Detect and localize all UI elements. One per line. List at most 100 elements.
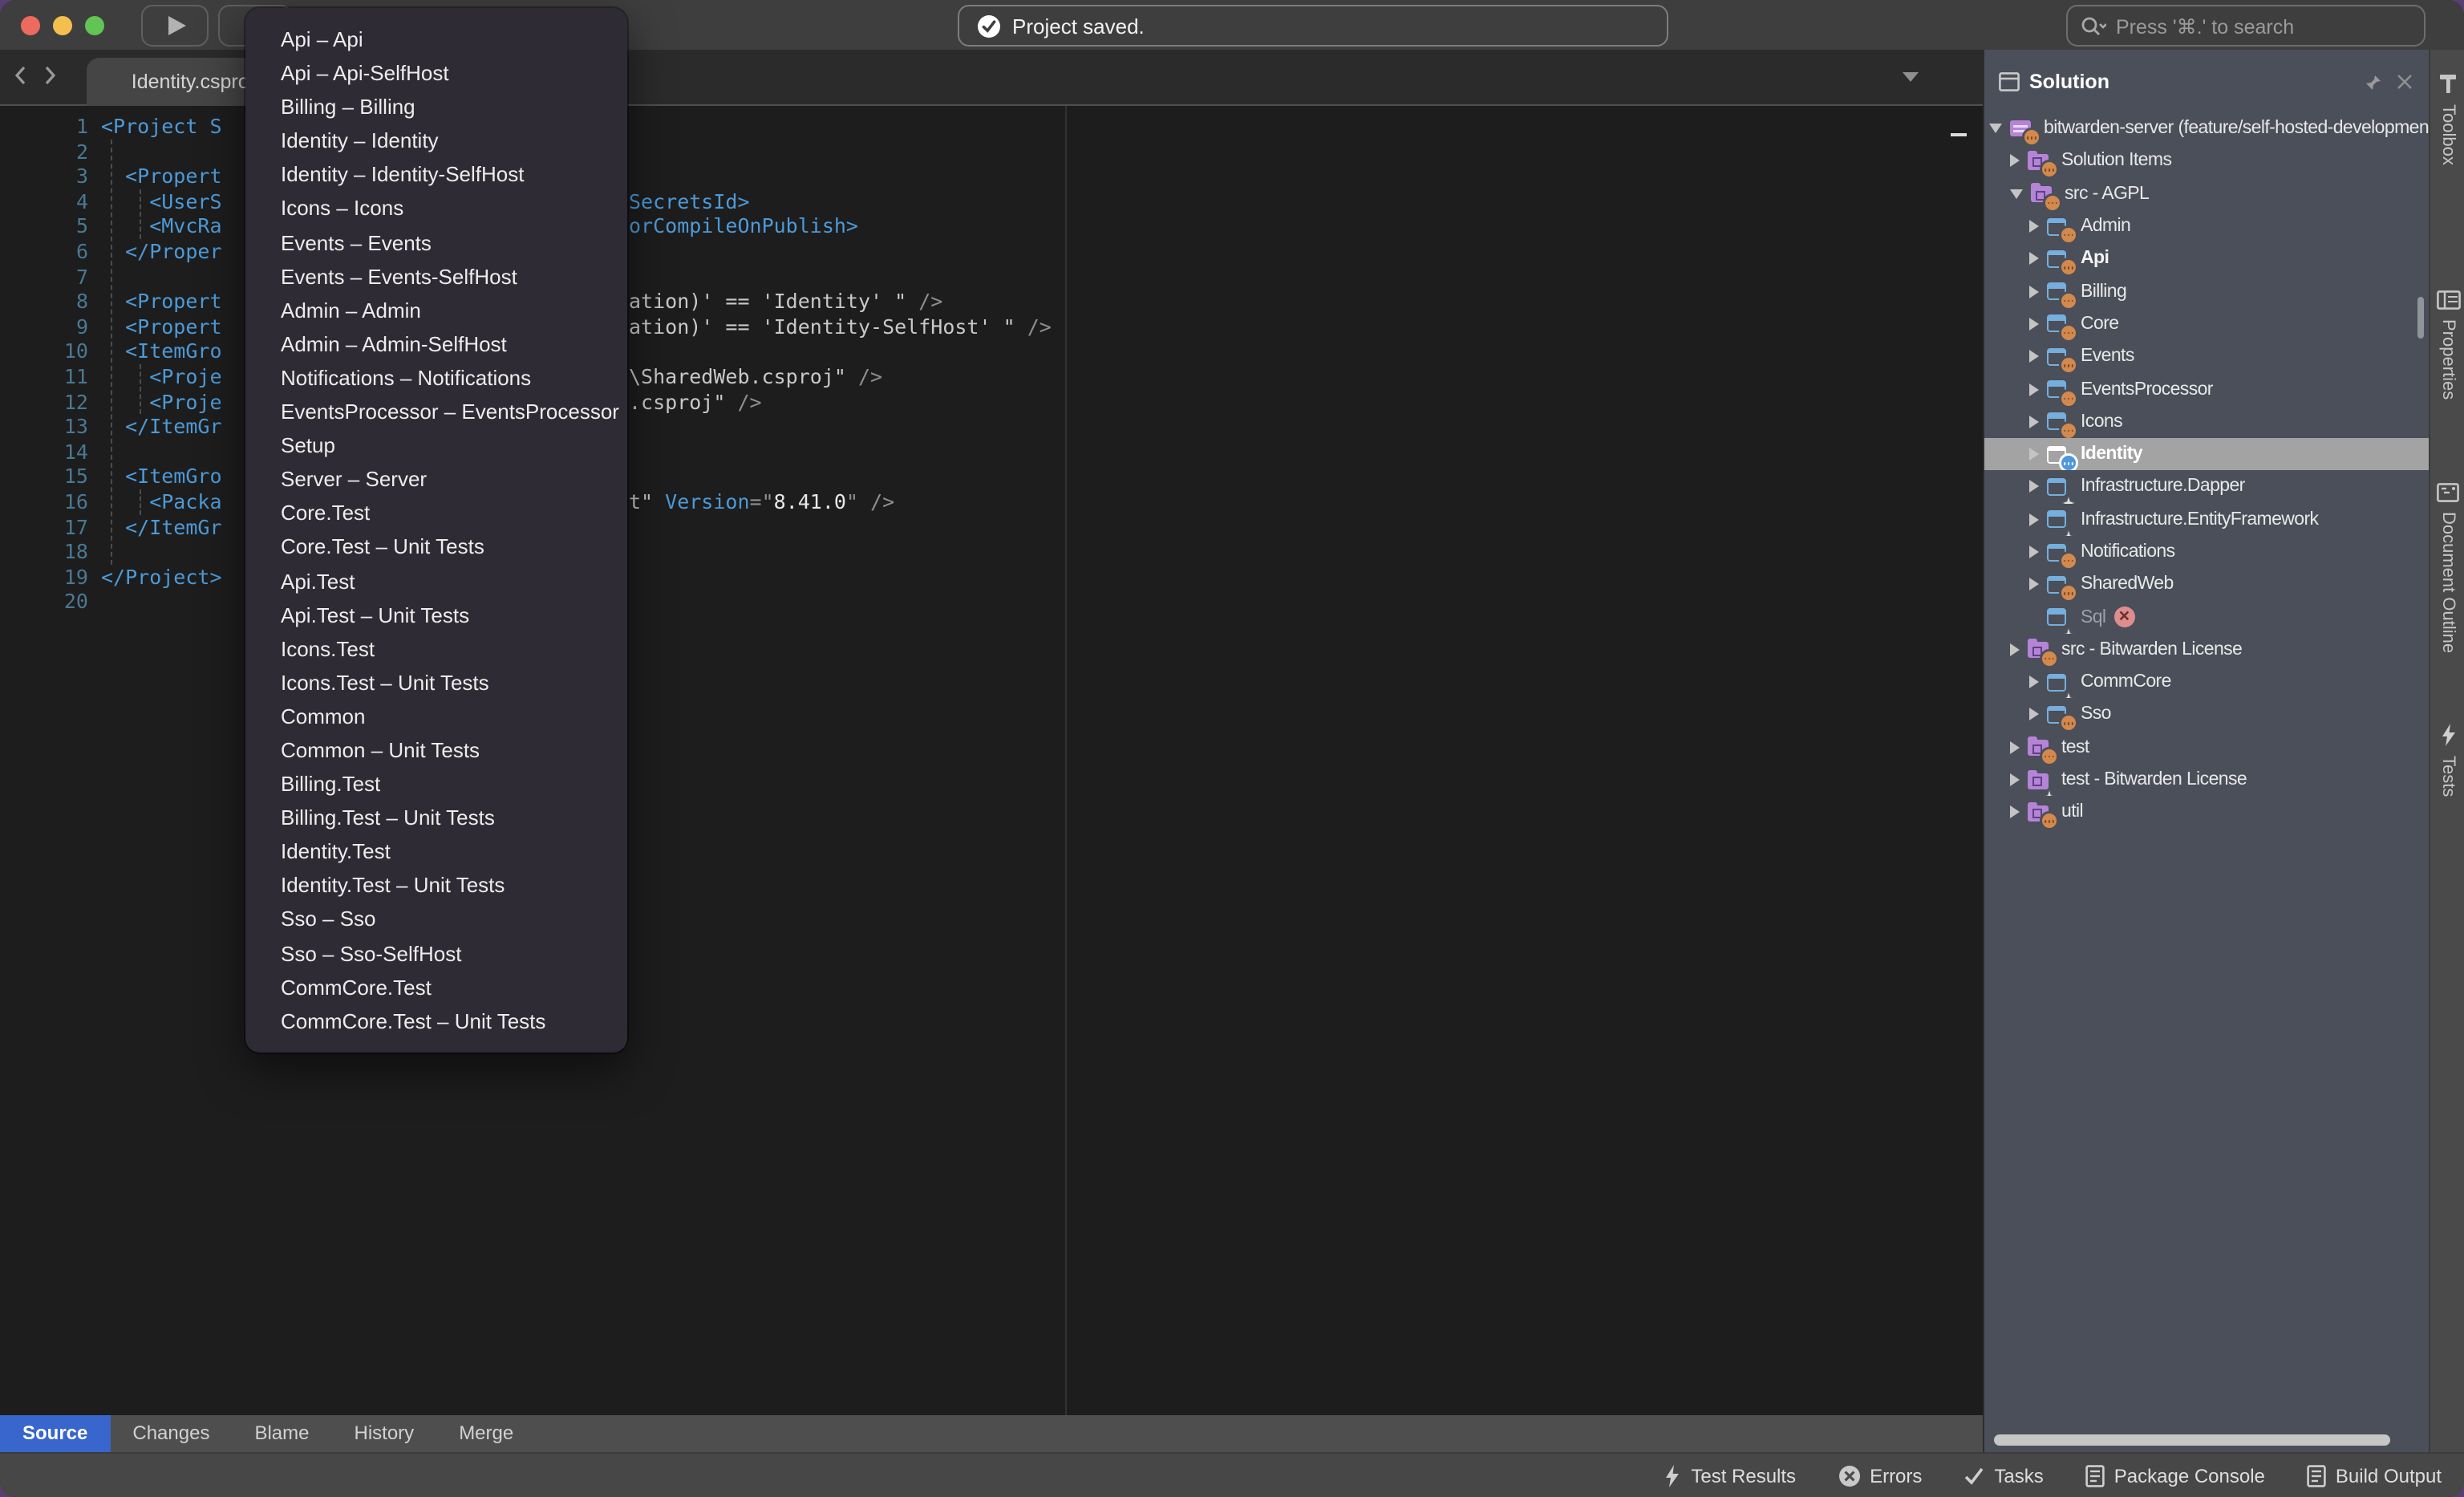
run-config-menu-item[interactable]: Api.Test [245,564,627,598]
status-item-tasks[interactable]: Tasks [1964,1464,2043,1487]
run-config-menu-item[interactable]: Setup [245,428,627,462]
zoom-window-button[interactable] [85,16,104,35]
run-config-menu-item[interactable]: Notifications – Notifications [245,361,627,395]
close-window-button[interactable] [21,16,40,35]
tree-item-events[interactable]: Events [1984,340,2429,373]
tree-item-billing[interactable]: Billing [1984,275,2429,308]
chevron-collapsed-icon[interactable] [2029,513,2039,525]
chevron-expanded-icon[interactable] [1989,124,2002,133]
run-config-menu-item[interactable]: Api.Test – Unit Tests [245,598,627,631]
run-config-menu-item[interactable]: Identity – Identity [245,124,627,158]
chevron-collapsed-icon[interactable] [2029,675,2039,688]
tree-item-sql[interactable]: Sql✕ [1984,601,2429,634]
tree-item-identity[interactable]: Identity [1984,438,2429,471]
run-config-menu-item[interactable]: Events – Events [245,225,627,259]
bottom-tab-changes[interactable]: Changes [110,1415,232,1452]
panel-vertical-scrollbar[interactable] [2417,297,2424,339]
tree-item-infrastructure-entityframework[interactable]: Infrastructure.EntityFramework [1984,503,2429,536]
close-panel-icon[interactable] [2397,74,2413,90]
chevron-collapsed-icon[interactable] [2029,481,2039,493]
tree-item-util[interactable]: util [1984,796,2429,829]
tree-item-test[interactable]: test [1984,731,2429,764]
tree-item-solution-items[interactable]: Solution Items [1984,145,2429,178]
tree-item-commcore[interactable]: CommCore [1984,666,2429,699]
chevron-collapsed-icon[interactable] [2010,773,2020,786]
tree-item-eventsprocessor[interactable]: EventsProcessor [1984,373,2429,406]
chevron-collapsed-icon[interactable] [2029,416,2039,428]
run-config-menu-item[interactable]: Server – Server [245,462,627,496]
chevron-collapsed-icon[interactable] [2010,155,2020,168]
minimize-window-button[interactable] [53,16,72,35]
dock-tab-tests[interactable]: Tests [2430,724,2464,797]
run-config-menu-item[interactable]: Icons.Test – Unit Tests [245,666,627,700]
run-config-menu-item[interactable]: Identity.Test – Unit Tests [245,869,627,903]
run-config-menu-item[interactable]: Api – Api [245,22,627,56]
chevron-collapsed-icon[interactable] [2010,643,2020,656]
tree-item-api[interactable]: Api [1984,242,2429,275]
run-config-menu-item[interactable]: Common [245,700,627,733]
navigate-forward-button[interactable] [43,64,58,87]
chevron-expanded-icon[interactable] [2010,189,2023,198]
tree-item-infrastructure-dapper[interactable]: Infrastructure.Dapper [1984,471,2429,504]
tree-item-admin[interactable]: Admin [1984,210,2429,243]
run-config-menu-item[interactable]: Admin – Admin [245,294,627,327]
tree-item-bitwarden-server-feature-self-hosted-development[interactable]: bitwarden-server (feature/self-hosted-de… [1984,112,2429,145]
status-item-build-output[interactable]: Build Output [2307,1464,2442,1487]
run-button[interactable] [141,5,209,47]
bottom-tab-merge[interactable]: Merge [436,1415,536,1452]
run-config-menu-item[interactable]: Common – Unit Tests [245,733,627,767]
run-config-menu-item[interactable]: Icons – Icons [245,192,627,225]
run-config-menu-item[interactable]: CommCore.Test [245,970,627,1004]
bottom-tab-history[interactable]: History [332,1415,437,1452]
run-config-menu-item[interactable]: Billing.Test – Unit Tests [245,801,627,834]
run-config-menu-item[interactable]: Billing.Test [245,767,627,801]
chevron-collapsed-icon[interactable] [2029,546,2039,558]
run-config-menu-item[interactable]: CommCore.Test – Unit Tests [245,1004,627,1037]
run-config-menu-item[interactable]: Api – Api-SelfHost [245,56,627,90]
run-config-menu-item[interactable]: Sso – Sso [245,903,627,936]
tree-item-src-agpl[interactable]: src - AGPL [1984,177,2429,210]
chevron-collapsed-icon[interactable] [2029,383,2039,396]
tree-item-icons[interactable]: Icons [1984,405,2429,438]
chevron-collapsed-icon[interactable] [2029,448,2039,460]
run-config-menu-item[interactable]: Identity – Identity-SelfHost [245,158,627,192]
run-config-menu-item[interactable]: Billing – Billing [245,90,627,124]
dock-tab-properties[interactable]: Properties [2430,290,2464,400]
search-input[interactable]: Press '⌘.' to search [2066,5,2426,47]
chevron-collapsed-icon[interactable] [2029,285,2039,298]
run-config-menu-item[interactable]: Events – Events-SelfHost [245,259,627,293]
tree-item-core[interactable]: Core [1984,308,2429,341]
tree-item-sharedweb[interactable]: SharedWeb [1984,568,2429,601]
run-config-menu-item[interactable]: Icons.Test [245,631,627,665]
panel-horizontal-scrollbar[interactable] [1994,1434,2390,1446]
run-config-menu-item[interactable]: Sso – Sso-SelfHost [245,936,627,970]
dock-tab-document-outline[interactable]: Document Outline [2430,483,2464,653]
tab-overflow-dropdown-icon[interactable] [1903,72,1919,82]
chevron-collapsed-icon[interactable] [2029,220,2039,233]
chevron-collapsed-icon[interactable] [2029,253,2039,266]
navigate-back-button[interactable] [13,64,27,87]
chevron-collapsed-icon[interactable] [2010,806,2020,819]
status-item-errors[interactable]: Errors [1838,1464,1922,1487]
project-icon [2047,217,2069,236]
status-item-package-console[interactable]: Package Console [2085,1464,2265,1487]
run-config-menu-item[interactable]: Identity.Test [245,835,627,869]
dock-tab-toolbox[interactable]: Toolbox [2430,72,2464,165]
tree-item-notifications[interactable]: Notifications [1984,536,2429,569]
chevron-collapsed-icon[interactable] [2029,350,2039,363]
tree-item-src-bitwarden-license[interactable]: src - Bitwarden License [1984,634,2429,667]
pin-icon[interactable] [2365,73,2382,91]
run-config-menu-item[interactable]: Core.Test [245,497,627,530]
chevron-collapsed-icon[interactable] [2029,708,2039,721]
bottom-tab-source[interactable]: Source [0,1415,110,1452]
chevron-collapsed-icon[interactable] [2029,318,2039,331]
chevron-collapsed-icon[interactable] [2010,741,2020,754]
status-item-test-results[interactable]: Test Results [1664,1464,1796,1487]
tree-item-sso[interactable]: Sso [1984,699,2429,732]
run-config-menu-item[interactable]: EventsProcessor – EventsProcessor [245,395,627,428]
tree-item-test-bitwarden-license[interactable]: test - Bitwarden License [1984,764,2429,797]
run-config-menu-item[interactable]: Admin – Admin-SelfHost [245,327,627,361]
chevron-collapsed-icon[interactable] [2029,578,2039,591]
bottom-tab-blame[interactable]: Blame [232,1415,331,1452]
run-config-menu-item[interactable]: Core.Test – Unit Tests [245,530,627,564]
